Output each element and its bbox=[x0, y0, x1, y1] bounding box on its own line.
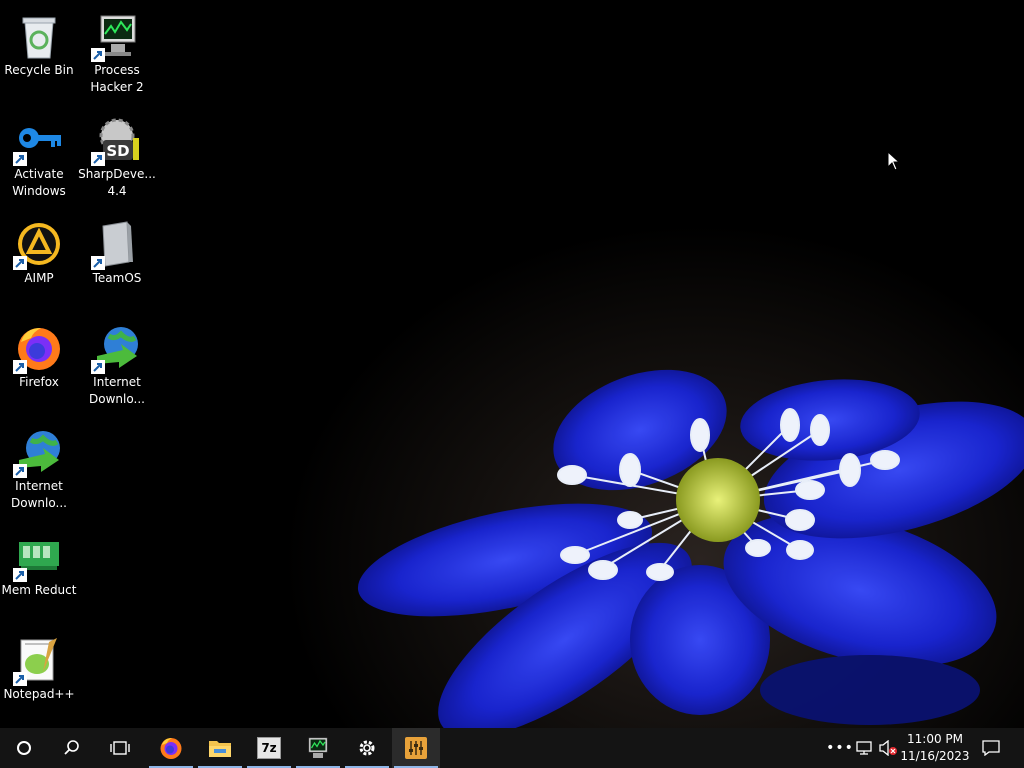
task-view-icon bbox=[110, 741, 130, 755]
recycle-bin-icon bbox=[15, 12, 63, 60]
desktop-icon-aimp[interactable]: AIMP bbox=[0, 212, 78, 308]
desktop-icon-firefox[interactable]: Firefox bbox=[0, 316, 78, 412]
desktop-icon-internet-download-manager[interactable]: Internet Downlo... bbox=[78, 316, 156, 412]
network-icon bbox=[856, 741, 872, 755]
desktop-icon-label: AIMP bbox=[24, 271, 54, 285]
desktop-icon-process-hacker[interactable]: Process Hacker 2 bbox=[78, 4, 156, 100]
folder-icon bbox=[209, 741, 231, 757]
desktop-icon-label: Notepad++ bbox=[3, 687, 75, 701]
taskbar-app-mixer[interactable] bbox=[392, 728, 440, 768]
7zip-icon: 7z bbox=[257, 737, 281, 759]
task-view-button[interactable] bbox=[96, 728, 144, 768]
taskbar-app-file-explorer[interactable] bbox=[196, 728, 244, 768]
taskbar-app-process-hacker[interactable] bbox=[294, 728, 342, 768]
desktop[interactable]: Recycle Bin Activate Windows AIMP Firefo… bbox=[0, 0, 1024, 728]
desktop-icon-label: Internet Downlo... bbox=[89, 375, 145, 406]
desktop-icon-label: Internet Downlo... bbox=[11, 479, 67, 510]
notification-center-button[interactable] bbox=[976, 728, 1006, 768]
process-hacker-icon bbox=[91, 12, 141, 62]
notepad-plus-plus-icon bbox=[13, 636, 63, 686]
sharpdevelop-icon: SD bbox=[91, 116, 141, 166]
mem-reduct-icon bbox=[13, 532, 63, 582]
volume-muted-icon bbox=[879, 740, 897, 756]
firefox-icon bbox=[160, 738, 182, 759]
desktop-icon-sharpdevelop[interactable]: SD SharpDeve... 4.4 bbox=[78, 108, 156, 204]
internet-download-manager-icon bbox=[13, 428, 63, 478]
desktop-icon-label: SharpDeve... 4.4 bbox=[78, 167, 156, 198]
teamos-icon bbox=[91, 220, 141, 270]
network-button[interactable] bbox=[852, 728, 876, 768]
desktop-icon-activate-windows[interactable]: Activate Windows bbox=[0, 108, 78, 204]
clock[interactable]: 11:00 PM 11/16/2023 bbox=[900, 728, 970, 768]
desktop-icon-recycle-bin[interactable]: Recycle Bin bbox=[0, 4, 78, 100]
start-button[interactable] bbox=[0, 728, 48, 768]
desktop-icon-internet-download-manager[interactable]: Internet Downlo... bbox=[0, 420, 78, 516]
start-icon bbox=[17, 741, 31, 755]
tray-overflow-button[interactable]: ••• bbox=[826, 728, 854, 768]
taskbar-app-firefox[interactable] bbox=[147, 728, 195, 768]
internet-download-manager-icon bbox=[91, 324, 141, 374]
taskbar-app-settings[interactable] bbox=[343, 728, 391, 768]
mouse-cursor-icon bbox=[887, 151, 901, 171]
more-icon: ••• bbox=[826, 740, 854, 756]
desktop-icon-label: Firefox bbox=[19, 375, 59, 389]
taskbar: 7z ••• 11:00 PM 11/16/2023 bbox=[0, 728, 1024, 768]
svg-text:SD: SD bbox=[106, 142, 129, 160]
desktop-icon-teamos[interactable]: TeamOS bbox=[78, 212, 156, 308]
desktop-icon-label: Activate Windows bbox=[12, 167, 66, 198]
aimp-icon bbox=[13, 220, 63, 270]
search-button[interactable] bbox=[48, 728, 96, 768]
desktop-icon-notepad-plus-plus[interactable]: Notepad++ bbox=[0, 628, 78, 724]
desktop-icon-label: Recycle Bin bbox=[4, 63, 74, 77]
search-icon bbox=[64, 740, 79, 755]
desktop-icon-mem-reduct[interactable]: Mem Reduct bbox=[0, 524, 78, 620]
clock-time: 11:00 PM bbox=[907, 732, 963, 746]
desktop-icon-label: TeamOS bbox=[92, 271, 142, 285]
firefox-icon bbox=[13, 324, 63, 374]
equalizer-icon bbox=[405, 737, 427, 759]
desktop-icon-label: Mem Reduct bbox=[1, 583, 77, 597]
desktop-icon-label: Process Hacker 2 bbox=[90, 63, 144, 94]
process-hacker-icon bbox=[308, 737, 328, 758]
key-icon bbox=[13, 116, 63, 166]
gear-icon bbox=[359, 740, 375, 756]
volume-button[interactable] bbox=[876, 728, 900, 768]
clock-date: 11/16/2023 bbox=[900, 749, 970, 763]
taskbar-app-7zip[interactable]: 7z bbox=[245, 728, 293, 768]
notification-icon bbox=[982, 740, 1000, 756]
